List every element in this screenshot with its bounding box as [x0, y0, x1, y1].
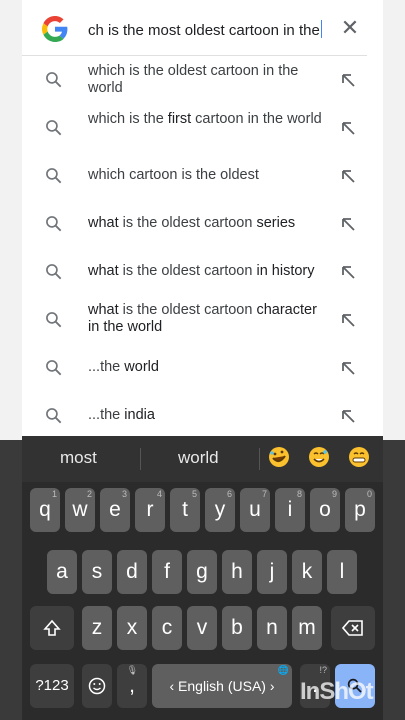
background-left	[0, 440, 22, 720]
suggestion-text: which is the first cartoon in the world	[88, 111, 322, 127]
key-t[interactable]: 5t	[170, 488, 200, 532]
search-icon	[46, 360, 62, 376]
suggestion-item[interactable]: what is the oldest cartoon in history	[22, 248, 383, 296]
suggestion-text: what is the oldest cartoon in history	[88, 263, 315, 279]
fill-query-arrow-icon[interactable]	[340, 264, 356, 280]
backspace-key[interactable]	[331, 606, 375, 650]
key-d[interactable]: d	[117, 550, 147, 594]
symbols-key[interactable]: ?123	[30, 664, 74, 708]
key-c[interactable]: c	[152, 606, 182, 650]
key-v[interactable]: v	[187, 606, 217, 650]
sweat-smile-emoji-icon[interactable]	[308, 446, 330, 468]
search-query-text: ch is the most oldest cartoon in the	[88, 22, 320, 39]
fill-query-arrow-icon[interactable]	[340, 72, 356, 88]
key-i[interactable]: 8i	[275, 488, 305, 532]
search-icon	[46, 216, 62, 232]
search-bar: ch is the most oldest cartoon in the ✕	[22, 0, 367, 56]
key-u[interactable]: 7u	[240, 488, 270, 532]
shift-icon	[43, 619, 61, 636]
grin-emoji-icon[interactable]	[348, 446, 370, 468]
suggestion-item[interactable]: ...the india	[22, 392, 383, 440]
key-m[interactable]: m	[292, 606, 322, 650]
prediction-divider	[259, 448, 260, 470]
suggestion-item[interactable]: which is the first cartoon in the world	[22, 104, 383, 152]
shift-key[interactable]	[30, 606, 74, 650]
prediction-strip: most world	[22, 436, 383, 482]
suggestion-text: which is the oldest cartoon in the world	[88, 63, 299, 96]
backspace-icon	[341, 620, 363, 636]
fill-query-arrow-icon[interactable]	[340, 120, 356, 136]
search-icon	[46, 408, 62, 424]
key-o[interactable]: 9o	[310, 488, 340, 532]
emoji-key[interactable]	[82, 664, 112, 708]
key-g[interactable]: g	[187, 550, 217, 594]
fill-query-arrow-icon[interactable]	[340, 216, 356, 232]
key-l[interactable]: l	[327, 550, 357, 594]
suggestion-text: which cartoon is the oldest	[88, 167, 259, 183]
mic-icon: 🎙	[126, 665, 138, 675]
key-b[interactable]: b	[222, 606, 252, 650]
suggestion-text: ...the world	[88, 359, 159, 375]
key-s[interactable]: s	[82, 550, 112, 594]
key-w[interactable]: 2w	[65, 488, 95, 532]
prediction-most[interactable]: most	[60, 448, 97, 468]
fill-query-arrow-icon[interactable]	[340, 312, 356, 328]
suggestion-item[interactable]: which cartoon is the oldest	[22, 152, 383, 200]
suggestion-text: ...the india	[88, 407, 155, 423]
key-y[interactable]: 6y	[205, 488, 235, 532]
key-f[interactable]: f	[152, 550, 182, 594]
key-p[interactable]: 0p	[345, 488, 375, 532]
search-icon	[46, 168, 62, 184]
key-x[interactable]: x	[117, 606, 147, 650]
suggestion-text: what is the oldest cartoon series	[88, 215, 296, 231]
key-a[interactable]: a	[47, 550, 77, 594]
google-logo-icon	[42, 16, 68, 42]
search-icon	[46, 120, 62, 136]
key-n[interactable]: n	[257, 606, 287, 650]
text-caret	[320, 20, 322, 38]
key-h[interactable]: h	[222, 550, 252, 594]
search-input[interactable]: ch is the most oldest cartoon in the	[88, 20, 322, 40]
fill-query-arrow-icon[interactable]	[340, 360, 356, 376]
fill-query-arrow-icon[interactable]	[340, 408, 356, 424]
comma-key[interactable]: 🎙,	[117, 664, 147, 708]
search-icon	[46, 264, 62, 280]
key-r[interactable]: 4r	[135, 488, 165, 532]
background-right	[383, 440, 405, 720]
key-e[interactable]: 3e	[100, 488, 130, 532]
prediction-world[interactable]: world	[178, 448, 219, 468]
inshot-watermark: InShOt	[300, 678, 374, 705]
suggestion-item[interactable]: which is the oldest cartoon in the world	[22, 56, 383, 104]
key-j[interactable]: j	[257, 550, 287, 594]
space-key[interactable]: 🌐 ‹ English (USA) ›	[152, 664, 292, 708]
suggestion-text: what is the oldest cartoon character in …	[88, 302, 317, 335]
key-z[interactable]: z	[82, 606, 112, 650]
suggestion-item[interactable]: ...the world	[22, 344, 383, 392]
search-suggestions-panel: ch is the most oldest cartoon in the ✕ w…	[22, 0, 383, 440]
suggestion-item[interactable]: what is the oldest cartoon character in …	[22, 296, 383, 344]
rofl-emoji-icon[interactable]	[268, 446, 290, 468]
clear-search-button[interactable]: ✕	[338, 16, 362, 40]
key-q[interactable]: 1q	[30, 488, 60, 532]
fill-query-arrow-icon[interactable]	[340, 168, 356, 184]
smiley-icon	[88, 677, 106, 695]
search-icon	[46, 72, 62, 88]
search-icon	[46, 312, 62, 328]
prediction-divider	[140, 448, 141, 470]
globe-icon: 🌐	[277, 665, 289, 675]
suggestion-item[interactable]: what is the oldest cartoon series	[22, 200, 383, 248]
key-k[interactable]: k	[292, 550, 322, 594]
